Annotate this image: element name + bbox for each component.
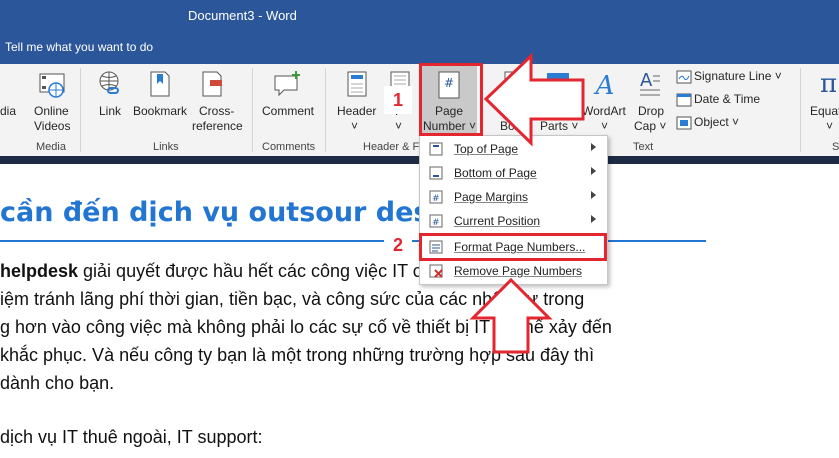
comment-icon	[274, 71, 300, 97]
comment-button[interactable]: Comment	[262, 104, 314, 119]
cross-reference-line1: Cross-	[199, 104, 235, 118]
object-button[interactable]: Object ˅	[694, 115, 739, 130]
object-icon	[676, 116, 692, 130]
quick-parts-icon	[547, 73, 569, 96]
online-videos-line2: Videos	[34, 119, 71, 133]
submenu-arrow-icon	[591, 167, 596, 175]
svg-text:#: #	[432, 194, 440, 204]
drop-cap-icon: A	[640, 70, 660, 96]
group-separator	[800, 68, 801, 152]
bold-term: helpdesk	[0, 261, 79, 281]
cross-reference-line2: reference	[192, 119, 243, 133]
group-separator	[325, 68, 326, 152]
menu-item-label: Page Margins	[454, 190, 529, 204]
header-icon	[347, 71, 367, 97]
quick-parts-line1: Quick	[543, 104, 574, 118]
paragraph-line-6: dịch vụ IT thuê ngoài, IT support:	[0, 427, 263, 447]
drop-cap-line2: Cap ˅	[634, 119, 667, 133]
menu-item-label: Top of Page	[454, 142, 519, 156]
date-time-button[interactable]: Date & Time	[694, 92, 760, 107]
svg-text:A: A	[510, 76, 520, 92]
top-of-page-icon	[429, 142, 443, 156]
bookmark-icon	[150, 71, 170, 97]
svg-text:A: A	[594, 71, 615, 98]
wordart-line2: ˅	[601, 119, 609, 133]
highlight-box-format-page-numbers	[419, 233, 607, 261]
remove-page-numbers-icon	[429, 264, 443, 278]
drop-cap-line1: Drop	[638, 104, 665, 118]
text-box-line1: Text	[505, 104, 528, 118]
group-separator	[80, 68, 81, 152]
menu-item-remove-page-numbers[interactable]: Remove Page Numbers	[420, 259, 607, 283]
document-heading: cần đến dịch vụ outsour desk?	[0, 197, 464, 228]
online-videos-line1: Online	[34, 104, 69, 118]
menu-item-page-margins[interactable]: # Page Margins	[420, 185, 607, 209]
step-number-badge: 1	[384, 86, 412, 114]
paragraph-line-4: khắc phục. Và nếu công ty bạn là một tro…	[0, 345, 595, 365]
paragraph-line-5: dành cho bạn.	[0, 373, 115, 393]
equation-icon: π	[820, 69, 837, 98]
equation-line1: Equatio	[810, 104, 839, 118]
group-label-media: Media	[36, 141, 66, 153]
date-time-icon	[676, 93, 692, 107]
svg-text:#: #	[432, 218, 440, 228]
wordart-icon: A	[594, 71, 615, 98]
step-number-badge: 2	[384, 233, 412, 257]
svg-text:π: π	[820, 69, 837, 98]
header-line1: Header	[337, 104, 377, 118]
menu-item-top-of-page[interactable]: Top of Page	[420, 137, 607, 161]
paragraph-line-3: g hơn vào công việc mà không phải lo các…	[0, 317, 612, 337]
page-number-dropdown: Top of Page Bottom of Page # Page Margin…	[419, 135, 608, 285]
group-label-header-footer: Header & F	[363, 141, 420, 153]
link-button[interactable]: Link	[99, 104, 121, 119]
bottom-of-page-icon	[429, 166, 443, 180]
signature-line-icon	[676, 70, 692, 84]
title-bar: Document3 - Word	[0, 0, 839, 32]
menu-item-label: Remove Page Numbers	[454, 264, 583, 278]
quick-parts-line2: Parts ˅	[540, 119, 579, 133]
wordart-line1: WordArt	[582, 104, 626, 118]
submenu-arrow-icon	[591, 215, 596, 223]
tell-me-bar: Tell me what you want to do	[0, 32, 839, 64]
tell-me-search[interactable]: Tell me what you want to do	[5, 40, 153, 54]
equation-line2: ˅	[826, 119, 834, 133]
footer-line2: ˅	[395, 119, 403, 133]
menu-item-current-position[interactable]: # Current Position	[420, 209, 607, 233]
header-line2: ˅	[351, 119, 359, 133]
group-label-links: Links	[153, 141, 179, 153]
text-box-line2: Box ˅	[500, 119, 532, 133]
page-margins-icon: #	[429, 190, 443, 204]
bookmark-button[interactable]: Bookmark	[133, 104, 187, 119]
submenu-arrow-icon	[591, 191, 596, 199]
window-title: Document3 - Word	[188, 8, 297, 23]
group-separator	[252, 68, 253, 152]
signature-line-button[interactable]: Signature Line ˅	[694, 69, 782, 84]
cross-reference-icon	[202, 71, 222, 97]
online-videos-icon	[39, 73, 65, 98]
svg-text:A: A	[640, 70, 653, 91]
submenu-arrow-icon	[591, 143, 596, 151]
link-icon	[99, 71, 119, 94]
highlight-box-page-number	[419, 63, 483, 136]
group-label-text: Text	[633, 141, 654, 153]
group-label-comments: Comments	[262, 141, 316, 153]
menu-item-bottom-of-page[interactable]: Bottom of Page	[420, 161, 607, 185]
media-cut-label: dia	[0, 104, 17, 118]
text-box-icon: A	[504, 71, 526, 97]
group-label-symbols: S	[832, 141, 839, 153]
menu-item-label: Current Position	[454, 214, 541, 228]
menu-item-label: Bottom of Page	[454, 166, 537, 180]
paragraph-line-2: iệm tránh lãng phí thời gian, tiền bạc, …	[0, 289, 585, 309]
current-position-icon: #	[429, 214, 443, 228]
